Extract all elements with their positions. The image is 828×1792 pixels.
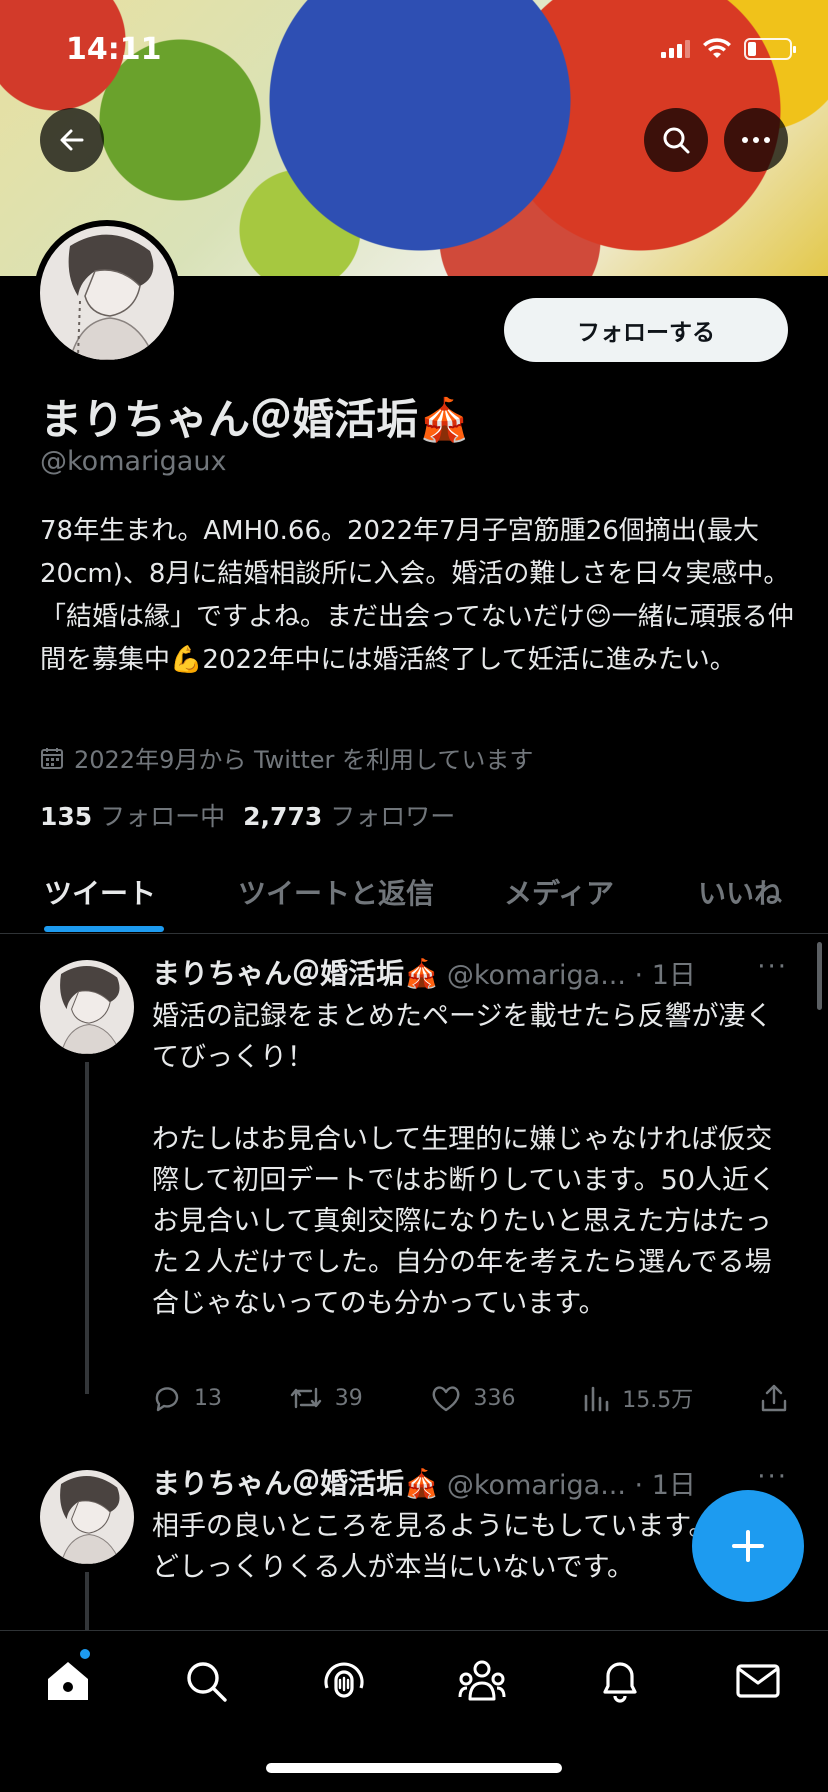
home-indicator xyxy=(266,1763,562,1773)
tab-explore[interactable] xyxy=(180,1655,232,1707)
scrollbar[interactable] xyxy=(817,942,822,1010)
retweet-count: 39 xyxy=(334,1385,363,1411)
more-horizontal-icon xyxy=(742,137,770,143)
following-link[interactable]: 135 フォロー中 xyxy=(40,797,225,833)
tweet-header: まりちゃん＠婚活垢🎪 @komariga... · 1日 xyxy=(152,952,696,992)
home-notification-dot xyxy=(80,1649,90,1659)
views-button[interactable]: 15.5万 xyxy=(582,1382,693,1414)
thread-line xyxy=(85,1062,89,1394)
avatar-illustration xyxy=(60,1476,122,1564)
calendar-icon xyxy=(41,747,63,769)
tab-home[interactable] xyxy=(42,1649,94,1707)
battery-icon xyxy=(744,38,796,60)
profile-bio: 78年生まれ。AMH0.66。2022年7月子宮筋腫26個摘出(最大20cm)、… xyxy=(40,516,794,675)
plus-icon xyxy=(732,1530,764,1562)
cellular-signal-icon xyxy=(661,40,690,58)
back-button[interactable] xyxy=(40,108,104,172)
avatar-image xyxy=(40,226,174,360)
following-count: 135 xyxy=(40,802,93,831)
wifi-icon xyxy=(703,38,731,58)
spaces-microphone-icon xyxy=(324,1662,364,1698)
tweet-avatar[interactable] xyxy=(40,1470,134,1564)
follow-counts: 135 フォロー中 2,773 フォロワー xyxy=(40,797,455,833)
profile-tabs: ツイート ツイートと返信 メディア いいね xyxy=(0,852,828,934)
profile-name: まりちゃん＠婚活垢🎪 xyxy=(40,395,471,444)
views-count: 15.5万 xyxy=(622,1388,694,1413)
profile-handle: @komarigaux xyxy=(40,446,227,477)
search-button[interactable] xyxy=(644,108,708,172)
reply-icon xyxy=(155,1387,179,1412)
tweet-text: 婚活の記録をまとめたページを載せたら反響が凄くてびっくり！ わたしはお見合いして… xyxy=(152,1001,777,1319)
tweet-handle-time: @komariga... · 1日 xyxy=(446,959,696,991)
tab-messages[interactable] xyxy=(732,1655,784,1707)
following-label: フォロー中 xyxy=(100,802,226,831)
thread-line xyxy=(85,1572,89,1632)
active-tab-indicator xyxy=(44,926,164,932)
followers-label: フォロワー xyxy=(330,802,456,831)
search-icon xyxy=(663,127,690,154)
tweet-more-button[interactable]: ··· xyxy=(757,952,788,982)
like-count: 336 xyxy=(473,1385,516,1411)
more-options-button[interactable] xyxy=(724,108,788,172)
tab-notifications[interactable] xyxy=(594,1655,646,1707)
communities-icon xyxy=(458,1660,506,1701)
bell-icon xyxy=(603,1662,637,1703)
follow-button[interactable]: フォローする xyxy=(504,298,788,362)
avatar-illustration xyxy=(68,234,156,360)
compose-tweet-button[interactable] xyxy=(692,1490,804,1602)
joined-date: 2022年9月から Twitter を利用しています xyxy=(40,740,533,775)
tweet-author-name[interactable]: まりちゃん＠婚活垢🎪 xyxy=(152,1462,439,1502)
home-icon xyxy=(48,1662,88,1700)
share-icon xyxy=(761,1384,787,1412)
tab-communities[interactable] xyxy=(456,1655,508,1707)
search-icon xyxy=(187,1662,227,1702)
reply-count: 13 xyxy=(194,1385,222,1411)
tab-tweets[interactable]: ツイート xyxy=(44,872,156,912)
status-icons xyxy=(661,38,796,60)
status-time: 14:11 xyxy=(66,32,162,67)
battery-level xyxy=(748,42,756,56)
tab-likes[interactable]: いいね xyxy=(698,872,782,912)
tweet-header: まりちゃん＠婚活垢🎪 @komariga... · 1日 xyxy=(152,1462,696,1502)
joined-text: 2022年9月から Twitter を利用しています xyxy=(74,746,534,774)
avatar-illustration xyxy=(60,966,122,1054)
tab-media[interactable]: メディア xyxy=(504,872,614,912)
tab-tweets-and-replies[interactable]: ツイートと返信 xyxy=(238,872,434,912)
share-button[interactable] xyxy=(760,1382,788,1414)
followers-count: 2,773 xyxy=(243,802,323,831)
heart-icon xyxy=(432,1386,459,1412)
mail-icon xyxy=(736,1664,780,1698)
tweet-actions: 13 39 336 15.5万 xyxy=(152,1382,788,1414)
tweet-more-button[interactable]: ··· xyxy=(757,1462,788,1492)
tweet-handle-time: @komariga... · 1日 xyxy=(446,1469,696,1501)
status-bar: 14:11 xyxy=(0,0,828,100)
tweet-avatar[interactable] xyxy=(40,960,134,1054)
reply-button[interactable]: 13 xyxy=(152,1382,222,1414)
arrow-left-icon xyxy=(60,129,84,151)
retweet-icon xyxy=(290,1387,321,1409)
views-chart-icon xyxy=(584,1386,609,1412)
tweet-author-name[interactable]: まりちゃん＠婚活垢🎪 xyxy=(152,952,439,992)
followers-link[interactable]: 2,773 フォロワー xyxy=(243,797,455,833)
retweet-button[interactable]: 39 xyxy=(289,1382,363,1414)
tab-spaces[interactable] xyxy=(318,1655,370,1707)
like-button[interactable]: 336 xyxy=(430,1382,516,1414)
profile-avatar[interactable] xyxy=(34,220,180,366)
